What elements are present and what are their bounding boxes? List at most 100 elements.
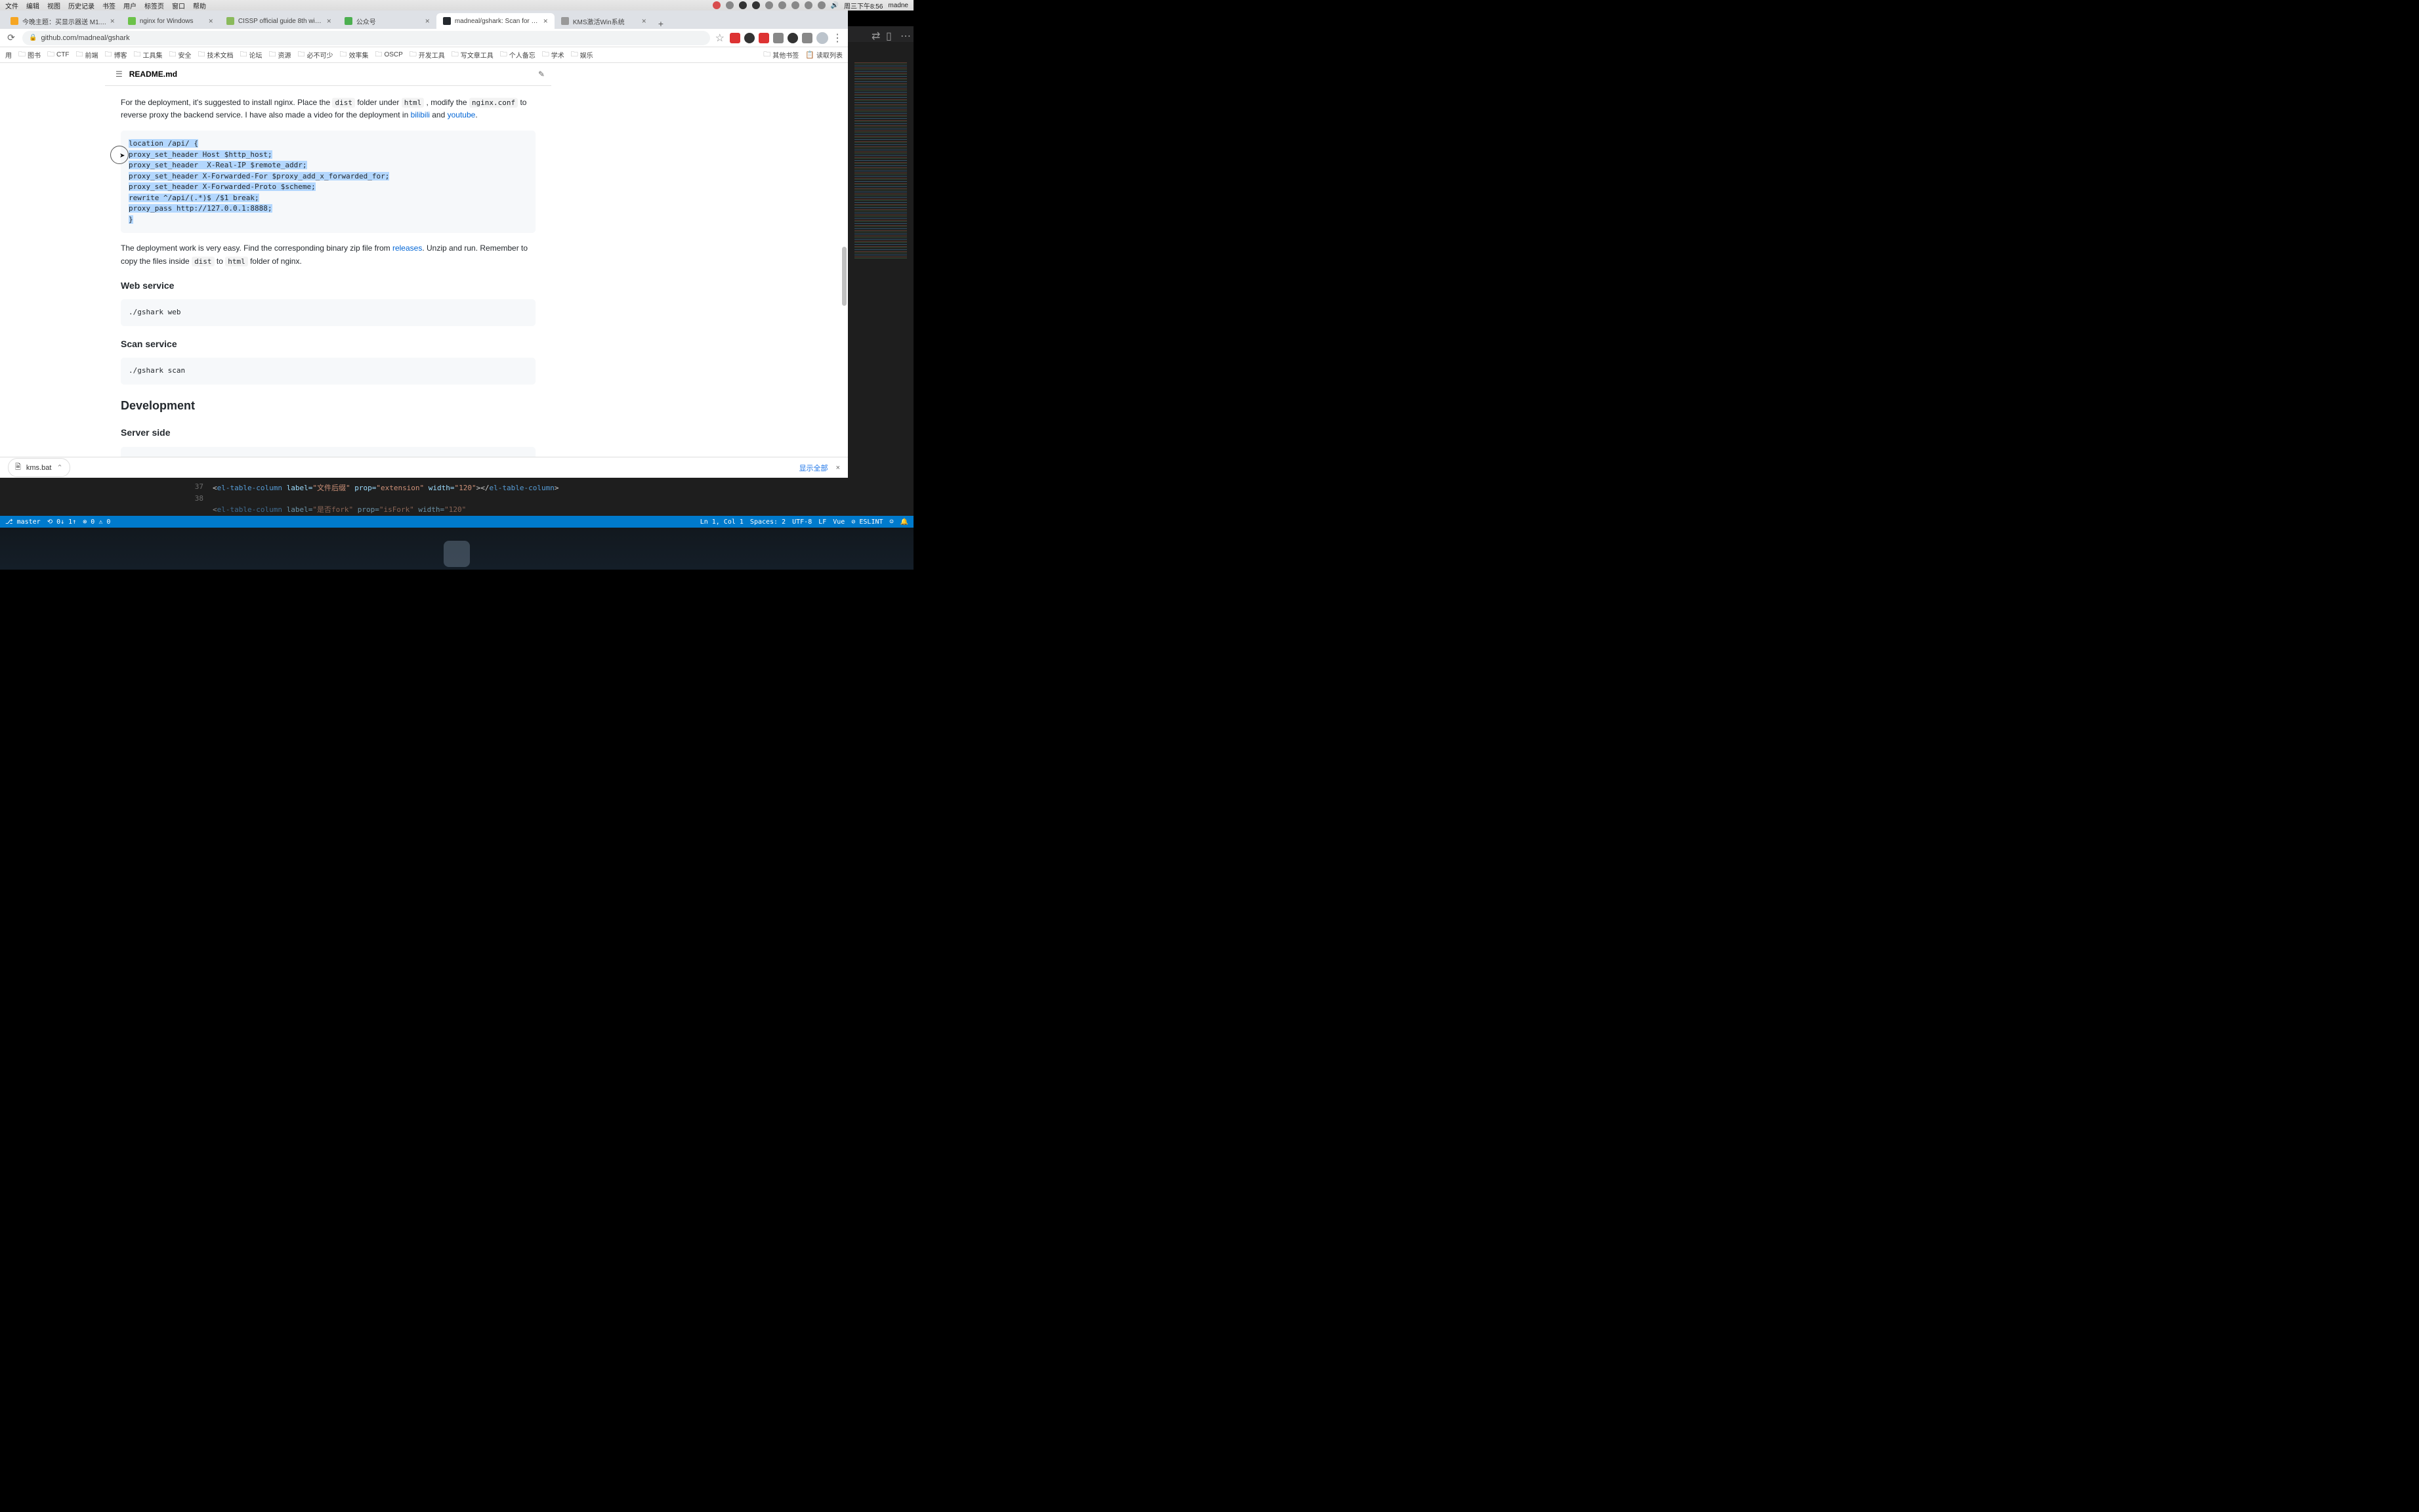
link-releases[interactable]: releases [392, 243, 422, 253]
close-icon[interactable]: × [425, 16, 430, 26]
close-icon[interactable]: × [543, 16, 548, 26]
menu-help[interactable]: 帮助 [193, 1, 206, 10]
download-item[interactable]: 🗎 kms.bat ⌃ [8, 458, 70, 477]
problems[interactable]: ⊗ 0 ⚠ 0 [83, 518, 110, 526]
tray-icon-2[interactable] [739, 1, 747, 9]
tray-icon-4[interactable] [765, 1, 773, 9]
tab-2[interactable]: CISSP official guide 8th with C × [220, 13, 338, 29]
close-icon[interactable]: × [642, 16, 646, 26]
extension-icon-1[interactable] [730, 33, 740, 43]
bookmark-folder[interactable]: 🗀技术文档 [198, 49, 233, 61]
link-bilibili[interactable]: bilibili [411, 110, 430, 119]
tray-icon-1[interactable] [726, 1, 734, 9]
tab-4-active[interactable]: madneal/gshark: Scan for sen × [436, 13, 555, 29]
tray-icon-8[interactable] [818, 1, 826, 9]
profile-avatar[interactable] [816, 32, 828, 44]
encoding-status[interactable]: UTF-8 [792, 518, 812, 526]
bookmark-folder[interactable]: 🗀OSCP [375, 49, 402, 61]
toc-icon[interactable]: ☰ [116, 70, 123, 79]
menu-file[interactable]: 文件 [5, 1, 18, 10]
tab-1[interactable]: nginx for Windows × [121, 13, 220, 29]
macos-dock[interactable] [0, 528, 914, 570]
eslint-status[interactable]: ⊘ ESLINT [851, 518, 883, 526]
git-branch[interactable]: ⎇ master [5, 518, 41, 526]
feedback-icon[interactable]: ☺ [890, 518, 894, 526]
git-sync[interactable]: ⟲ 0↓ 1↑ [47, 518, 77, 526]
menu-window[interactable]: 窗口 [172, 1, 185, 10]
menu-bookmarks[interactable]: 书签 [102, 1, 116, 10]
tab-0[interactable]: 今晚主题：买显示器送 M1.... × [4, 13, 121, 29]
chevron-up-icon[interactable]: ⌃ [56, 463, 62, 472]
menu-view[interactable]: 视图 [47, 1, 60, 10]
tab-5[interactable]: KMS激活Win系统 × [555, 13, 653, 29]
bookmark-folder[interactable]: 🗀安全 [169, 49, 191, 61]
chrome-menu-icon[interactable]: ⋮ [832, 32, 843, 45]
show-all-button[interactable]: 显示全部 [799, 463, 828, 473]
bookmark-folder[interactable]: 🗀论坛 [240, 49, 262, 61]
extension-icon-4[interactable] [773, 33, 784, 43]
code-block-gitclone[interactable]: git clone https://github.com/madneal/gsh… [121, 447, 536, 457]
bookmark-folder[interactable]: 🗀学术 [542, 49, 564, 61]
extension-icon-5[interactable] [788, 33, 798, 43]
cursor-position[interactable]: Ln 1, Col 1 [700, 518, 744, 526]
reload-button[interactable]: ⟳ [5, 32, 17, 44]
username[interactable]: madne [888, 2, 908, 9]
language-status[interactable]: Vue [833, 518, 845, 526]
volume-icon[interactable]: 🔊 [831, 2, 839, 9]
bookmark-folder[interactable]: 🗀开发工具 [410, 49, 445, 61]
link-youtube[interactable]: youtube [448, 110, 476, 119]
bookmark-folder[interactable]: 🗀前端 [75, 49, 98, 61]
menu-user[interactable]: 用户 [123, 1, 137, 10]
bookmark-other[interactable]: 🗀其他书签 [763, 49, 799, 61]
star-icon[interactable]: ☆ [715, 32, 725, 45]
extension-icon-2[interactable] [744, 33, 755, 43]
record-icon[interactable] [713, 1, 721, 9]
bookmark-folder[interactable]: 🗀写文章工具 [452, 49, 494, 61]
tray-icon-6[interactable] [791, 1, 799, 9]
bookmark-item[interactable]: 用 [5, 50, 12, 60]
code-block-nginx[interactable]: location /api/ { proxy_set_header Host $… [121, 131, 536, 233]
edit-icon[interactable]: ✎ [538, 70, 545, 79]
reading-list[interactable]: 📋读取列表 [805, 50, 843, 60]
bookmark-folder[interactable]: 🗀必不可少 [297, 49, 333, 61]
page-content[interactable]: ☰ README.md ✎ For the deployment, it's s… [0, 63, 848, 457]
code-line-37[interactable]: 37 <el-table-column label="文件后缀" prop="e… [0, 482, 914, 494]
url-field[interactable]: 🔒 github.com/madneal/gshark [22, 31, 710, 45]
bell-icon[interactable]: 🔔 [900, 518, 908, 526]
split-icon[interactable]: ▯ [886, 30, 895, 39]
compare-icon[interactable]: ⇄ [872, 30, 881, 39]
indent-status[interactable]: Spaces: 2 [750, 518, 786, 526]
code-block-web[interactable]: ./gshark web [121, 299, 536, 326]
close-icon[interactable]: × [327, 16, 331, 26]
extensions-menu-icon[interactable] [802, 33, 812, 43]
close-downloads-icon[interactable]: × [836, 464, 840, 472]
tab-3[interactable]: 公众号 × [338, 13, 436, 29]
bookmark-folder[interactable]: 🗀图书 [18, 49, 41, 61]
bookmark-folder[interactable]: 🗀娱乐 [571, 49, 593, 61]
more-icon[interactable]: ⋯ [900, 30, 910, 39]
tray-icon-3[interactable] [752, 1, 760, 9]
tray-icon-7[interactable] [805, 1, 812, 9]
bookmark-folder[interactable]: 🗀资源 [268, 49, 291, 61]
code-line-38[interactable]: 38 [0, 494, 914, 503]
menu-edit[interactable]: 编辑 [26, 1, 39, 10]
new-tab-button[interactable]: + [653, 18, 669, 29]
extension-icon-3[interactable] [759, 33, 769, 43]
bookmark-folder[interactable]: 🗀工具集 [133, 49, 162, 61]
scrollbar-thumb[interactable] [842, 247, 847, 306]
code-block-scan[interactable]: ./gshark scan [121, 358, 536, 385]
close-icon[interactable]: × [209, 16, 213, 26]
menu-history[interactable]: 历史记录 [68, 1, 95, 10]
menu-tabs[interactable]: 标签页 [144, 1, 164, 10]
bookmark-folder[interactable]: 🗀CTF [47, 49, 69, 61]
bookmark-folder[interactable]: 🗀个人备忘 [500, 49, 536, 61]
bookmark-folder[interactable]: 🗀效率集 [339, 49, 368, 61]
selected-code: location /api/ { proxy_set_header Host $… [129, 139, 389, 224]
eol-status[interactable]: LF [818, 518, 826, 526]
close-icon[interactable]: × [110, 16, 115, 26]
vscode-minimap[interactable] [854, 62, 907, 259]
tray-icon-5[interactable] [778, 1, 786, 9]
bookmark-folder[interactable]: 🗀博客 [104, 49, 127, 61]
code-line-39[interactable]: <el-table-column label="是否fork" prop="is… [0, 503, 914, 515]
dock-app-icon[interactable] [444, 541, 470, 567]
